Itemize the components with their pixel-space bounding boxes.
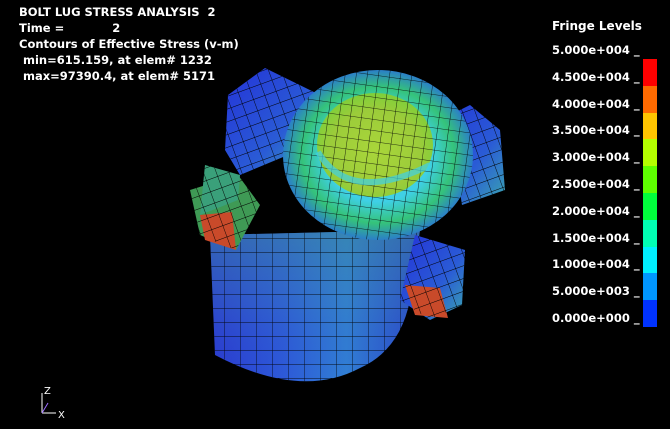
cylinder-body xyxy=(210,230,420,382)
legend-swatch xyxy=(643,246,657,274)
legend-swatch xyxy=(643,139,657,167)
legend-tick: _ xyxy=(633,203,640,218)
legend-level-label: 4.000e+004 xyxy=(552,96,630,111)
legend-level-label: 0.000e+000 xyxy=(552,311,630,325)
legend-level-label: 2.500e+004 xyxy=(552,177,630,191)
legend-level: 1.000e+004 _ xyxy=(552,257,640,273)
legend-level-label: 1.000e+004 xyxy=(552,257,630,272)
legend-tick: _ xyxy=(633,43,640,57)
legend-tick: _ xyxy=(633,150,640,165)
legend-level-label: 5.000e+003 xyxy=(552,284,630,299)
coordinate-triad: Z X xyxy=(41,386,65,421)
legend-level: 3.500e+004 _ xyxy=(552,123,640,139)
legend-level: 5.000e+004 _ xyxy=(552,43,640,59)
legend-level: 3.000e+004 _ xyxy=(552,150,640,166)
legend-swatch xyxy=(643,59,657,86)
legend-title: Fringe Levels xyxy=(552,19,642,33)
legend-tick: _ xyxy=(633,69,640,84)
legend-level-label: 4.500e+004 xyxy=(552,69,630,84)
legend-swatch xyxy=(643,219,657,247)
legend-level-label: 1.500e+004 xyxy=(552,230,630,245)
legend-swatch xyxy=(643,112,657,140)
legend-level: 4.000e+004 _ xyxy=(552,97,640,113)
legend-tick: _ xyxy=(633,230,640,245)
legend-level: 4.500e+004 _ xyxy=(552,70,640,86)
legend-level-label: 5.000e+004 xyxy=(552,43,630,57)
bolt-hole xyxy=(315,93,433,197)
legend-swatch xyxy=(643,300,657,327)
legend-swatch xyxy=(643,273,657,301)
legend-level: 2.000e+004 _ xyxy=(552,204,640,220)
legend-level: 5.000e+003 _ xyxy=(552,284,640,300)
legend-level-label: 3.000e+004 xyxy=(552,150,630,165)
legend-level: 2.500e+004 _ xyxy=(552,177,640,193)
legend-tick: _ xyxy=(633,123,640,138)
legend-swatch xyxy=(643,166,657,193)
legend-tick: _ xyxy=(633,177,640,191)
legend-level: 0.000e+000 _ xyxy=(552,311,640,327)
legend-level: 1.500e+004 _ xyxy=(552,231,640,247)
legend-swatch xyxy=(643,193,657,220)
triad-x-label: X xyxy=(58,410,65,421)
legend-tick: _ xyxy=(633,311,640,325)
triad-z-label: Z xyxy=(44,386,51,397)
legend-level-label: 3.500e+004 xyxy=(552,123,630,138)
legend-tick: _ xyxy=(633,96,640,111)
legend-level-label: 2.000e+004 xyxy=(552,203,630,218)
legend-tick: _ xyxy=(633,284,640,299)
legend-tick: _ xyxy=(633,257,640,272)
legend-swatch xyxy=(643,85,657,113)
